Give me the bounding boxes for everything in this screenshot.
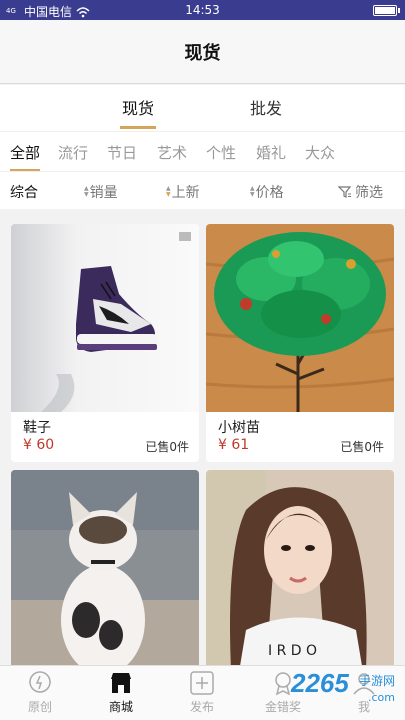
sort-arrows-icon: ▲ ▼: [250, 185, 255, 198]
tab-label: 批发: [250, 99, 283, 118]
page-header: 现货: [0, 20, 405, 84]
sort-label: 价格: [255, 185, 284, 201]
category-art[interactable]: 艺术: [157, 142, 187, 163]
product-name: 小树苗: [218, 420, 260, 436]
product-image-tree: [206, 224, 394, 412]
battery-icon: [373, 5, 400, 16]
filter-button[interactable]: 筛选: [338, 182, 383, 202]
filter-icon: [338, 186, 352, 198]
tab-mall[interactable]: 商城: [91, 670, 151, 715]
product-image-cat: [11, 470, 199, 665]
product-image-shoe: [11, 224, 199, 412]
product-sold-count: 已售0件: [145, 440, 189, 454]
product-sold-count: 已售0件: [340, 440, 384, 454]
sort-comprehensive[interactable]: 综合: [10, 182, 38, 202]
category-holiday[interactable]: 节日: [107, 142, 137, 163]
tab-label: 原创: [27, 700, 52, 714]
status-bar: 4G 中国电信 14:53: [0, 0, 405, 20]
product-card[interactable]: [11, 470, 199, 665]
sort-label: 上新: [171, 185, 200, 201]
category-popular[interactable]: 流行: [58, 142, 88, 163]
category-personality[interactable]: 个性: [206, 142, 236, 163]
product-price: ¥ 60: [23, 437, 55, 453]
watermark-text: 手游网: [358, 674, 395, 688]
tab-label: 发布: [189, 700, 214, 714]
product-name: 鞋子: [23, 420, 51, 436]
tab-wholesale[interactable]: 批发: [250, 95, 282, 119]
product-price: ¥ 61: [218, 437, 250, 453]
site-watermark: 2265 手游网 .com: [289, 664, 399, 716]
sort-arrows-icon: ▲ ▼: [84, 185, 89, 198]
product-card[interactable]: I R D O: [206, 470, 394, 665]
sort-row: 综合 ▲ ▼ 销量 ▲ ▼ 上新 ▲ ▼ 价格 筛选: [0, 171, 405, 209]
product-grid: 鞋子 ¥ 60 已售0件 小树苗 ¥ 61 已售0件 I R D O: [0, 209, 405, 665]
mode-tabs: 现货 批发: [0, 85, 405, 131]
status-time: 14:53: [185, 3, 220, 17]
page-title: 现货: [184, 42, 221, 64]
product-card[interactable]: 小树苗 ¥ 61 已售0件: [206, 224, 394, 462]
category-label: 全部: [10, 144, 41, 162]
sort-label: 销量: [89, 185, 118, 201]
lightbulb-icon: [29, 671, 51, 693]
sort-label: 综合: [10, 185, 38, 201]
filter-label: 筛选: [355, 185, 383, 201]
tab-original[interactable]: 原创: [10, 670, 70, 715]
category-filter-row: 全部 流行 节日 艺术 个性 婚礼 大众: [0, 131, 405, 171]
plus-square-icon: [190, 671, 214, 695]
store-icon: [111, 673, 131, 693]
product-card[interactable]: 鞋子 ¥ 60 已售0件: [11, 224, 199, 462]
category-wedding[interactable]: 婚礼: [256, 142, 286, 163]
sort-arrows-icon: ▲ ▼: [166, 185, 171, 198]
sort-newest[interactable]: ▲ ▼ 上新: [166, 182, 200, 202]
product-image-portrait: I R D O: [206, 470, 394, 665]
category-mass[interactable]: 大众: [305, 142, 335, 163]
sort-sales[interactable]: ▲ ▼ 销量: [84, 182, 118, 202]
tab-label: 商城: [108, 700, 133, 714]
svg-text:I R D O: I R D O: [268, 643, 317, 659]
tab-publish[interactable]: 发布: [172, 670, 232, 715]
sort-price[interactable]: ▲ ▼ 价格: [250, 182, 284, 202]
tab-label: 现货: [122, 99, 155, 118]
watermark-number: 2265: [291, 668, 349, 698]
watermark-domain: .com: [368, 691, 395, 704]
active-tab-indicator: [120, 126, 157, 129]
category-all[interactable]: 全部: [10, 142, 41, 171]
tab-spot-goods[interactable]: 现货: [120, 95, 157, 129]
